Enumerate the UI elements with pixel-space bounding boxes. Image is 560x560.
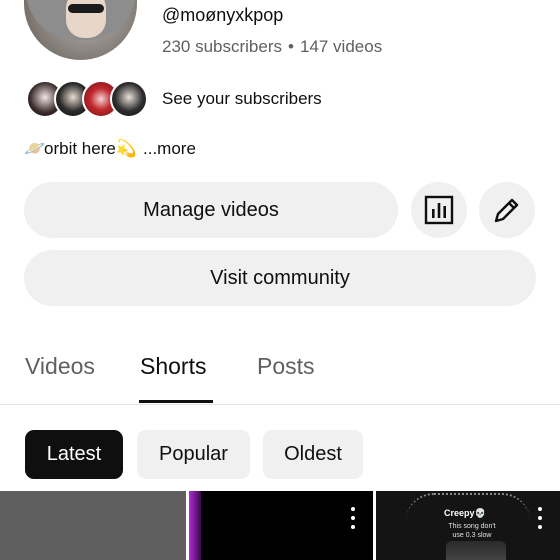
- sparkle-emoji: 💫: [115, 139, 137, 158]
- channel-description[interactable]: 🪐orbit here💫 ...more: [24, 139, 196, 159]
- short-caption: This song don't use 0.3 slow: [448, 523, 496, 539]
- analytics-icon: [424, 195, 454, 225]
- tab-shorts[interactable]: Shorts: [140, 353, 206, 380]
- filter-chip-label: Latest: [46, 443, 102, 465]
- short-thumbnail[interactable]: [189, 491, 373, 560]
- pencil-icon: [494, 198, 519, 223]
- edit-channel-button[interactable]: [479, 182, 535, 238]
- see-subscribers-link[interactable]: See your subscribers: [162, 89, 322, 109]
- subscribers-row[interactable]: See your subscribers: [26, 80, 322, 118]
- channel-stats: 230 subscribers • 147 videos: [162, 37, 382, 57]
- subscriber-avatars: [26, 80, 150, 118]
- filter-chip-label: Oldest: [284, 443, 342, 465]
- visit-community-button[interactable]: Visit community: [24, 250, 536, 306]
- stats-separator: •: [288, 37, 294, 56]
- tab-posts[interactable]: Posts: [257, 353, 315, 380]
- visit-community-label: Visit community: [210, 266, 350, 289]
- filter-chip-popular[interactable]: Popular: [137, 430, 250, 479]
- more-options-icon[interactable]: [536, 507, 544, 529]
- subscriber-count: 230 subscribers: [162, 37, 283, 56]
- filter-chip-label: Popular: [159, 443, 228, 465]
- channel-tabs: Videos Shorts Posts: [0, 345, 560, 405]
- bio-text: orbit here: [44, 139, 116, 158]
- active-tab-indicator: [139, 400, 213, 403]
- manage-videos-button[interactable]: Manage videos: [24, 182, 398, 238]
- channel-avatar[interactable]: [24, 0, 137, 60]
- tab-videos[interactable]: Videos: [25, 353, 95, 380]
- analytics-button[interactable]: [411, 182, 467, 238]
- thumbnail-glow: [189, 491, 201, 560]
- short-title: Creepy💀: [444, 508, 486, 518]
- filter-chip-latest[interactable]: Latest: [25, 430, 123, 479]
- manage-videos-label: Manage videos: [143, 198, 279, 221]
- thumbnail-figure: [446, 541, 506, 560]
- short-thumbnail[interactable]: Creepy💀 This song don't use 0.3 slow: [376, 491, 560, 560]
- short-thumbnail[interactable]: [0, 491, 186, 560]
- subscriber-avatar: [110, 80, 148, 118]
- video-count: 147 videos: [299, 37, 383, 56]
- filter-chip-oldest[interactable]: Oldest: [263, 430, 363, 479]
- more-options-icon[interactable]: [349, 507, 357, 529]
- channel-handle: @moønyxkpop: [162, 5, 284, 25]
- planet-emoji: 🪐: [24, 139, 46, 158]
- avatar-glasses: [68, 4, 104, 13]
- more-link[interactable]: ...more: [143, 139, 196, 158]
